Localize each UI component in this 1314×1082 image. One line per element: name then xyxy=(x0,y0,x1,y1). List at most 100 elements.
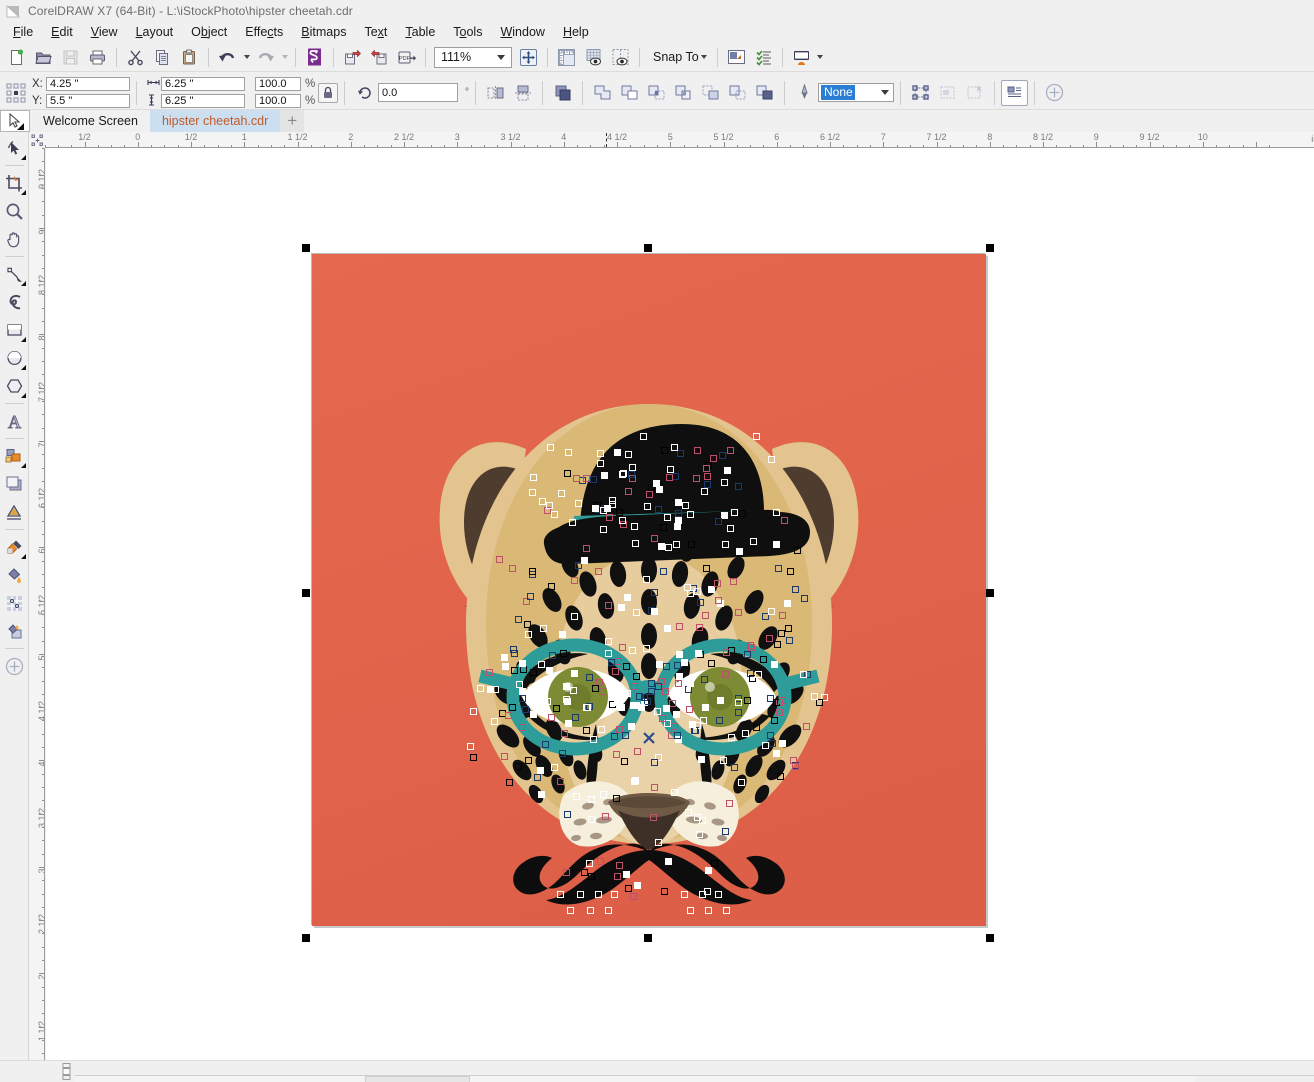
width-input[interactable]: 6.25 " xyxy=(161,77,245,91)
color-palette-icon[interactable] xyxy=(60,1063,74,1081)
position-y-input[interactable]: 5.5 " xyxy=(46,94,130,108)
import-button[interactable] xyxy=(339,45,366,70)
menu-bitmaps[interactable]: Bitmaps xyxy=(292,23,355,42)
view-mode-caret[interactable] xyxy=(815,45,826,70)
zoom-dropdown-caret[interactable] xyxy=(493,48,509,67)
rotation-input[interactable]: 0.0 xyxy=(378,83,458,102)
tool-pick[interactable] xyxy=(1,134,28,162)
new-document-button[interactable] xyxy=(3,45,30,70)
tool-parallel-dimension-flyout-arrow[interactable] xyxy=(21,463,26,468)
tool-polygon-flyout-arrow[interactable] xyxy=(21,393,26,398)
tool-pan[interactable] xyxy=(1,225,28,253)
show-guidelines-button[interactable] xyxy=(607,45,634,70)
menu-layout[interactable]: Layout xyxy=(127,23,183,42)
print-button[interactable] xyxy=(84,45,111,70)
export-button[interactable] xyxy=(366,45,393,70)
tool-freehand[interactable] xyxy=(1,260,28,288)
lock-ratio-button[interactable] xyxy=(318,83,338,103)
tool-interactive-fill[interactable] xyxy=(1,561,28,589)
show-grid-button[interactable] xyxy=(580,45,607,70)
simplify-button[interactable] xyxy=(670,80,697,106)
menu-tools[interactable]: Tools xyxy=(444,23,491,42)
tool-zoom[interactable] xyxy=(1,197,28,225)
view-mode-button[interactable] xyxy=(788,45,815,70)
boundary-button[interactable] xyxy=(751,80,778,106)
menu-window[interactable]: Window xyxy=(491,23,553,42)
intersect-button[interactable] xyxy=(643,80,670,106)
show-rulers-button[interactable] xyxy=(553,45,580,70)
outline-width-combo[interactable]: None xyxy=(818,83,894,102)
tool-artistic-media[interactable] xyxy=(1,288,28,316)
tool-mesh-fill[interactable] xyxy=(1,589,28,617)
menu-object[interactable]: Object xyxy=(182,23,236,42)
outline-width-caret[interactable] xyxy=(877,84,892,101)
corel-connect-button[interactable] xyxy=(301,45,328,70)
selection-handle-e[interactable] xyxy=(986,589,994,597)
tool-rectangle-flyout-arrow[interactable] xyxy=(21,337,26,342)
horizontal-ruler[interactable]: 11/201/211 1/222 1/233 1/244 1/255 1/266… xyxy=(29,132,1314,148)
menu-help[interactable]: Help xyxy=(554,23,598,42)
horizontal-scrollbar[interactable] xyxy=(75,1075,1195,1082)
object-manager-button[interactable] xyxy=(750,45,777,70)
tool-text[interactable]: A xyxy=(1,407,28,435)
scrollbar-thumb[interactable] xyxy=(365,1076,470,1082)
tool-smart-fill[interactable] xyxy=(1,617,28,645)
weld-button[interactable] xyxy=(589,80,616,106)
position-x-input[interactable]: 4.25 " xyxy=(46,77,130,91)
snap-to-menu[interactable]: Snap To xyxy=(645,46,712,69)
publish-to-pdf-button[interactable]: PDF xyxy=(393,45,420,70)
outline-pen-icon[interactable] xyxy=(791,80,818,106)
tool-freehand-flyout-arrow[interactable] xyxy=(21,281,26,286)
selection-handle-sw[interactable] xyxy=(302,934,310,942)
zoom-level-combo[interactable]: 111% xyxy=(434,47,512,68)
tool-crop-flyout-arrow[interactable] xyxy=(21,190,26,195)
cut-button[interactable] xyxy=(122,45,149,70)
menu-effects[interactable]: Effects xyxy=(236,23,292,42)
menu-text[interactable]: Text xyxy=(355,23,396,42)
tool-transparency[interactable] xyxy=(1,498,28,526)
undo-dropdown-caret[interactable] xyxy=(241,45,252,70)
undo-button[interactable] xyxy=(214,45,241,70)
paste-button[interactable] xyxy=(176,45,203,70)
convert-to-curves-button[interactable] xyxy=(907,80,934,106)
tool-pick-flyout-arrow[interactable] xyxy=(21,155,26,160)
tool-polygon[interactable] xyxy=(1,372,28,400)
open-document-button[interactable] xyxy=(30,45,57,70)
tool-crop[interactable] xyxy=(1,169,28,197)
trim-button[interactable] xyxy=(616,80,643,106)
selection-handle-n[interactable] xyxy=(644,244,652,252)
add-tab-button[interactable]: + xyxy=(280,110,304,132)
tool-color-eyedropper[interactable] xyxy=(1,533,28,561)
tab-welcome-screen[interactable]: Welcome Screen xyxy=(31,110,150,132)
text-wrap-button[interactable] xyxy=(1001,80,1028,106)
tool-quick-customize[interactable] xyxy=(1,652,28,680)
selection-handle-s[interactable] xyxy=(644,934,652,942)
selection-handle-ne[interactable] xyxy=(986,244,994,252)
property-bar-options-button[interactable] xyxy=(1041,80,1068,106)
tool-parallel-dimension[interactable] xyxy=(1,442,28,470)
scale-vertical-input[interactable]: 100.0 xyxy=(255,94,301,108)
snap-to-caret[interactable] xyxy=(699,45,710,70)
tool-drop-shadow[interactable] xyxy=(1,470,28,498)
menu-table[interactable]: Table xyxy=(396,23,444,42)
front-minus-back-button[interactable] xyxy=(697,80,724,106)
selection-handle-nw[interactable] xyxy=(302,244,310,252)
mirror-vertical-button[interactable] xyxy=(509,80,536,106)
to-front-button[interactable] xyxy=(549,80,576,106)
tool-color-eyedropper-flyout-arrow[interactable] xyxy=(21,554,26,559)
back-minus-front-button[interactable] xyxy=(724,80,751,106)
tool-ellipse[interactable] xyxy=(1,344,28,372)
selection-handle-w[interactable] xyxy=(302,589,310,597)
tab-hipster-cheetah[interactable]: hipster cheetah.cdr xyxy=(150,110,280,132)
pick-tool-corner-icon[interactable] xyxy=(0,110,30,132)
tool-ellipse-flyout-arrow[interactable] xyxy=(21,365,26,370)
scale-horizontal-input[interactable]: 100.0 xyxy=(255,77,301,91)
ruler-corner-button[interactable] xyxy=(29,132,45,148)
drawing-canvas[interactable] xyxy=(46,148,1314,1082)
object-properties-button[interactable] xyxy=(723,45,750,70)
mirror-horizontal-button[interactable] xyxy=(482,80,509,106)
vertical-ruler[interactable]: 9 1/298 1/287 1/276 1/265 1/254 1/243 1/… xyxy=(29,148,45,1082)
fit-page-button[interactable] xyxy=(515,45,542,70)
menu-view[interactable]: View xyxy=(82,23,127,42)
copy-button[interactable] xyxy=(149,45,176,70)
